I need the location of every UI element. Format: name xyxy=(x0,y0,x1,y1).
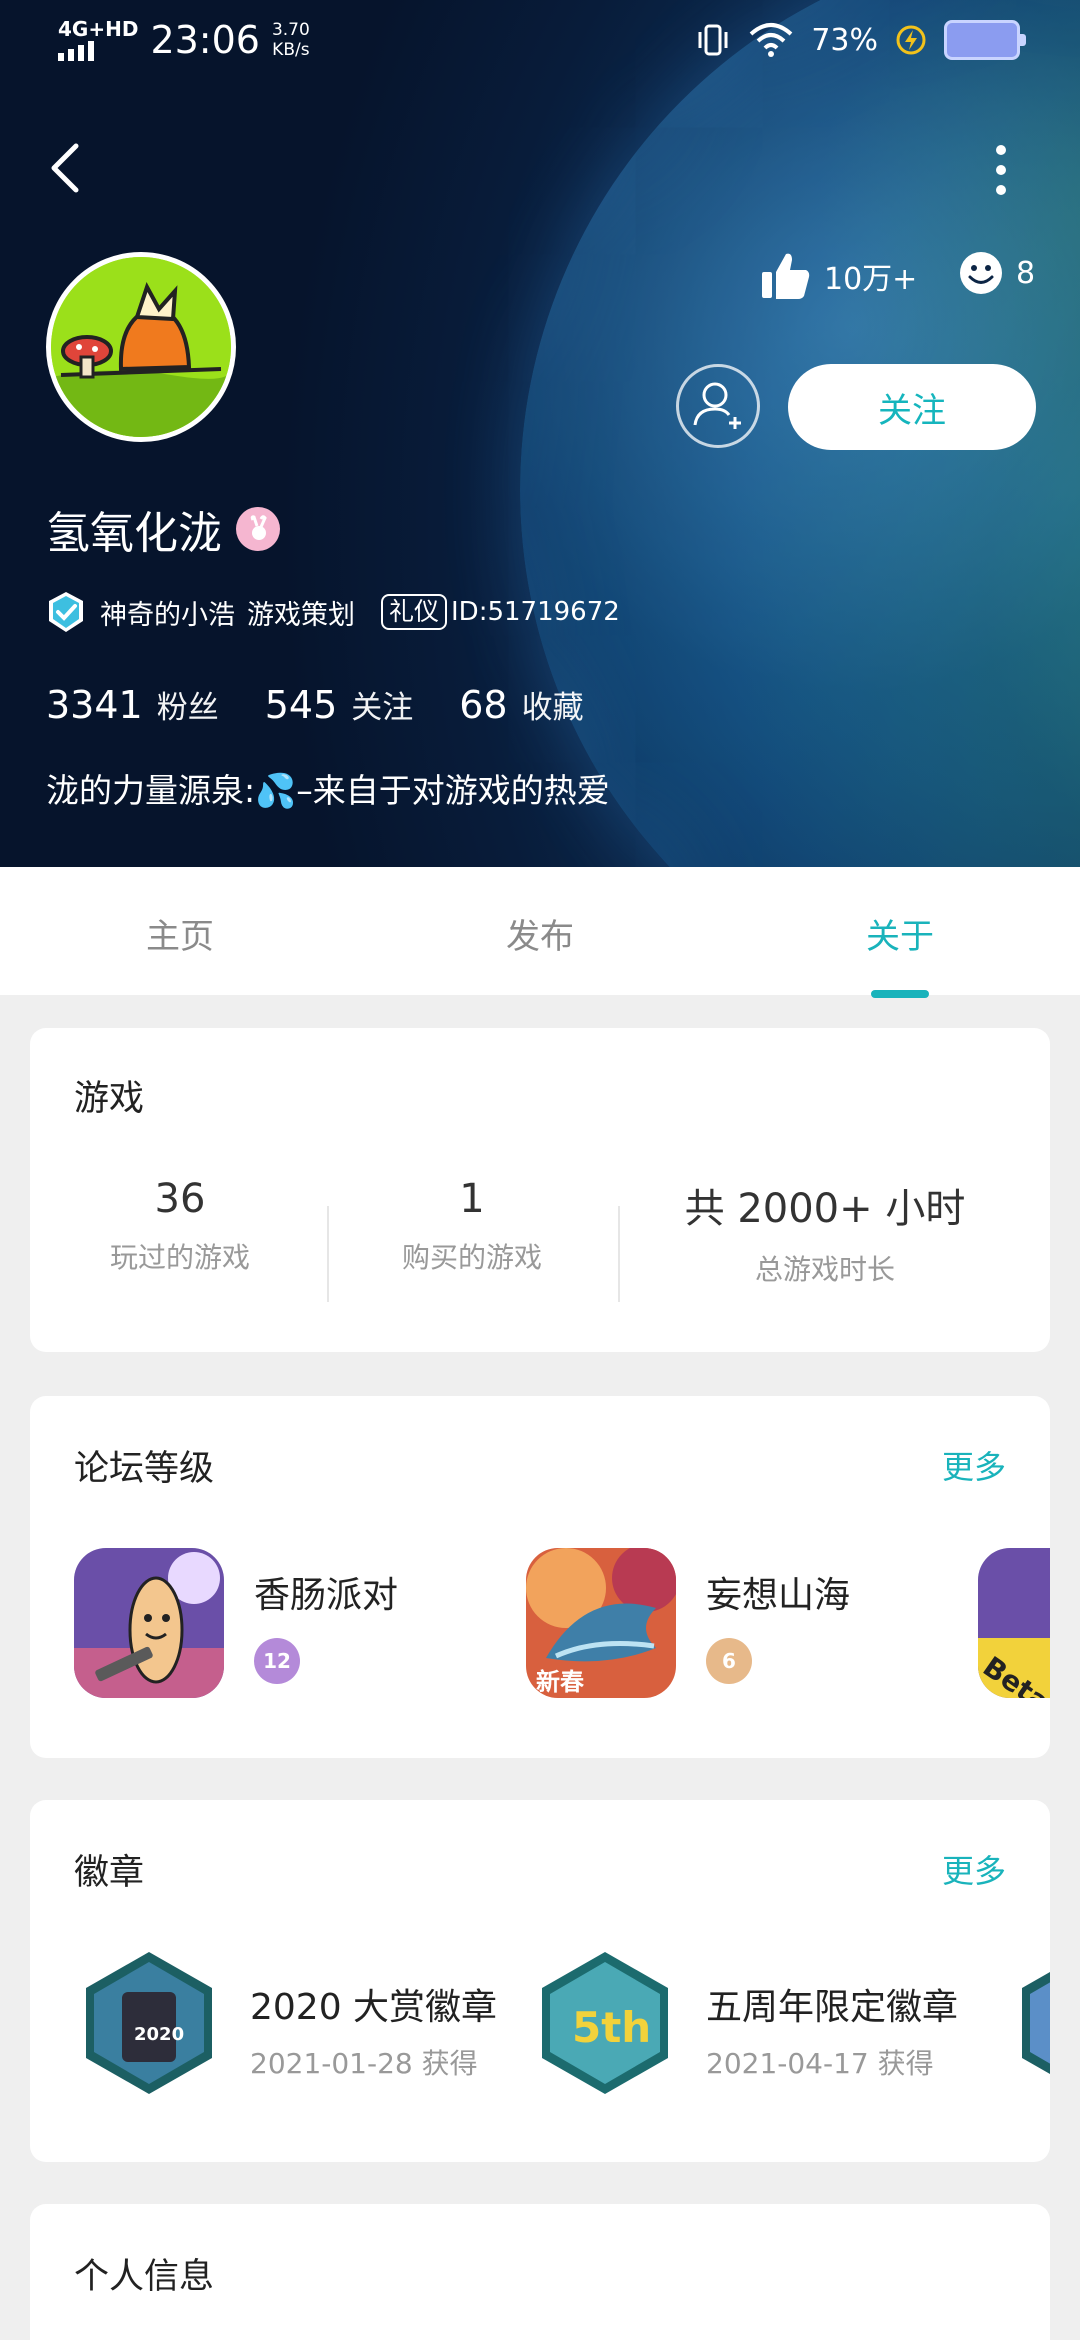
clock: 23:06 xyxy=(150,18,260,62)
back-button[interactable] xyxy=(44,138,94,198)
divider xyxy=(327,1206,329,1302)
new-spring-label: 新春 xyxy=(536,1668,584,1696)
username: 氢氧化泷 xyxy=(46,508,222,559)
user-badge-icon[interactable] xyxy=(236,507,280,551)
purchased-games-count: 1 xyxy=(459,1176,485,1222)
tab-home[interactable]: 主页 xyxy=(146,909,214,958)
more-options-button[interactable] xyxy=(986,140,1016,200)
network-label: 4G+HD xyxy=(58,17,139,41)
forum-card-title: 论坛等级 xyxy=(74,1449,215,1489)
likes-count: 10万+ xyxy=(824,262,918,297)
purchased-games-stat[interactable]: 1 购买的游戏 xyxy=(352,1176,592,1276)
reactions-count: 8 xyxy=(1016,255,1036,291)
signature: 泷的力量源泉:💦–来自于对游戏的热爱 xyxy=(46,771,610,810)
games-card: 游戏 36 玩过的游戏 1 购买的游戏 共 2000+ 小时 总游戏时长 xyxy=(30,1028,1050,1352)
badges-card-title: 徽章 xyxy=(74,1853,145,1893)
badge-name: 五周年限定徽章 xyxy=(706,1987,959,2028)
partial-badge-icon xyxy=(1022,1972,1050,2074)
speed-value: 3.70 xyxy=(271,20,310,40)
following-label[interactable]: 关注 xyxy=(351,682,413,727)
etiquette-tag[interactable]: 礼仪 xyxy=(381,594,448,630)
thumbs-up-icon xyxy=(762,253,810,299)
forum-item[interactable]: Beta xyxy=(978,1548,1050,1698)
more-vertical-icon xyxy=(996,145,1006,195)
award-2020-badge-icon: 2020 xyxy=(86,1952,212,2094)
badges-more-link[interactable]: 更多 xyxy=(942,1846,1006,1892)
network-speed: 3.70 KB/s xyxy=(272,20,310,60)
personal-info-card: 个人信息 xyxy=(30,2204,1050,2340)
chevron-left-icon xyxy=(51,143,79,193)
tab-posts[interactable]: 发布 xyxy=(506,909,574,958)
avatar[interactable] xyxy=(46,252,236,442)
purchased-games-label: 购买的游戏 xyxy=(401,1241,542,1274)
verified-shield-icon xyxy=(49,592,83,632)
forum-item[interactable]: 香肠派对 12 xyxy=(74,1548,398,1698)
fifth-anniversary-badge-icon: 5th xyxy=(542,1952,668,2094)
played-games-label: 玩过的游戏 xyxy=(109,1241,250,1274)
followers-label[interactable]: 粉丝 xyxy=(157,682,219,727)
battery-icon xyxy=(944,20,1026,60)
total-playtime-label: 总游戏时长 xyxy=(754,1253,895,1286)
username-row: 氢氧化泷 xyxy=(46,497,280,561)
badge-name: 2020 大赏徽章 xyxy=(250,1987,498,2028)
profile-stats: 3341 粉丝 545 关注 68 收藏 xyxy=(46,682,630,727)
signal-bars-icon xyxy=(58,41,94,61)
verification-row: 神奇的小浩 游戏策划 礼仪 ID:51719672 xyxy=(46,590,620,634)
forum-level-card: 论坛等级 更多 香肠派对 12 新春 妄想山海 6 Beta xyxy=(30,1396,1050,1758)
personal-info-title: 个人信息 xyxy=(74,2257,215,2297)
add-friend-button[interactable] xyxy=(676,364,760,448)
badge-item[interactable]: 2020 2020 大赏徽章 2021-01-28 获得 xyxy=(74,1948,497,2102)
badge-date: 2021-01-28 获得 xyxy=(250,2047,478,2080)
forum-level-badge-icon: 6 xyxy=(706,1638,752,1684)
avatar-image xyxy=(51,257,231,437)
vibrate-icon xyxy=(698,24,728,56)
divider xyxy=(618,1206,620,1302)
forum-game-name: 香肠派对 xyxy=(254,1575,399,1616)
played-games-stat[interactable]: 36 玩过的游戏 xyxy=(60,1176,300,1276)
active-tab-indicator xyxy=(871,990,929,998)
badge-date: 2021-04-17 获得 xyxy=(706,2047,934,2080)
forum-more-link[interactable]: 更多 xyxy=(942,1442,1006,1488)
total-playtime: 共 2000+ 小时 xyxy=(684,1186,966,1232)
signal-indicator: 4G+HD xyxy=(58,19,138,61)
followers-count[interactable]: 3341 xyxy=(46,683,143,727)
smiley-icon xyxy=(960,252,1002,294)
following-count[interactable]: 545 xyxy=(265,683,338,727)
playtime-stat[interactable]: 共 2000+ 小时 总游戏时长 xyxy=(670,1176,980,1288)
verified-title: 神奇的小浩 xyxy=(100,599,235,631)
user-role: 游戏策划 xyxy=(247,599,355,631)
award-2020-label: 2020 xyxy=(134,2024,184,2045)
charging-icon xyxy=(896,25,926,55)
badges-card: 徽章 更多 2020 2020 大赏徽章 2021-01-28 获得 5th 五… xyxy=(30,1800,1050,2162)
add-user-icon xyxy=(693,382,741,429)
user-id: ID:51719672 xyxy=(451,597,620,627)
battery-percent: 73% xyxy=(811,22,878,58)
fantasy-mountain-sea-game-icon: 新春 xyxy=(526,1548,676,1698)
likes-counter[interactable]: 10万+ xyxy=(760,250,917,302)
fifth-anniversary-label: 5th xyxy=(572,2003,651,2052)
tab-bar: 主页 发布 关于 xyxy=(0,867,1080,995)
sausage-party-game-icon xyxy=(74,1548,224,1698)
favorites-label[interactable]: 收藏 xyxy=(522,682,584,727)
played-games-count: 36 xyxy=(154,1176,206,1222)
tab-about[interactable]: 关于 xyxy=(866,909,934,958)
forum-item[interactable]: 新春 妄想山海 6 xyxy=(526,1548,850,1698)
status-bar: 4G+HD 23:06 3.70 KB/s 73% xyxy=(0,0,1080,80)
reactions-counter[interactable]: 8 xyxy=(958,250,1035,296)
wifi-icon xyxy=(749,23,793,57)
games-card-title: 游戏 xyxy=(74,1079,145,1119)
profile-header: 4G+HD 23:06 3.70 KB/s 73% 10万+ 8 关注 氢氧化泷… xyxy=(0,0,1080,867)
sausage-party-beta-game-icon: Beta xyxy=(978,1548,1050,1698)
badge-item[interactable]: 5th 五周年限定徽章 2021-04-17 获得 xyxy=(530,1948,958,2102)
follow-button[interactable]: 关注 xyxy=(788,364,1036,450)
speed-unit: KB/s xyxy=(272,40,310,60)
badge-item[interactable] xyxy=(1010,1948,1050,2102)
forum-game-name: 妄想山海 xyxy=(706,1575,851,1616)
forum-level-badge-icon: 12 xyxy=(254,1638,300,1684)
favorites-count[interactable]: 68 xyxy=(459,683,507,727)
